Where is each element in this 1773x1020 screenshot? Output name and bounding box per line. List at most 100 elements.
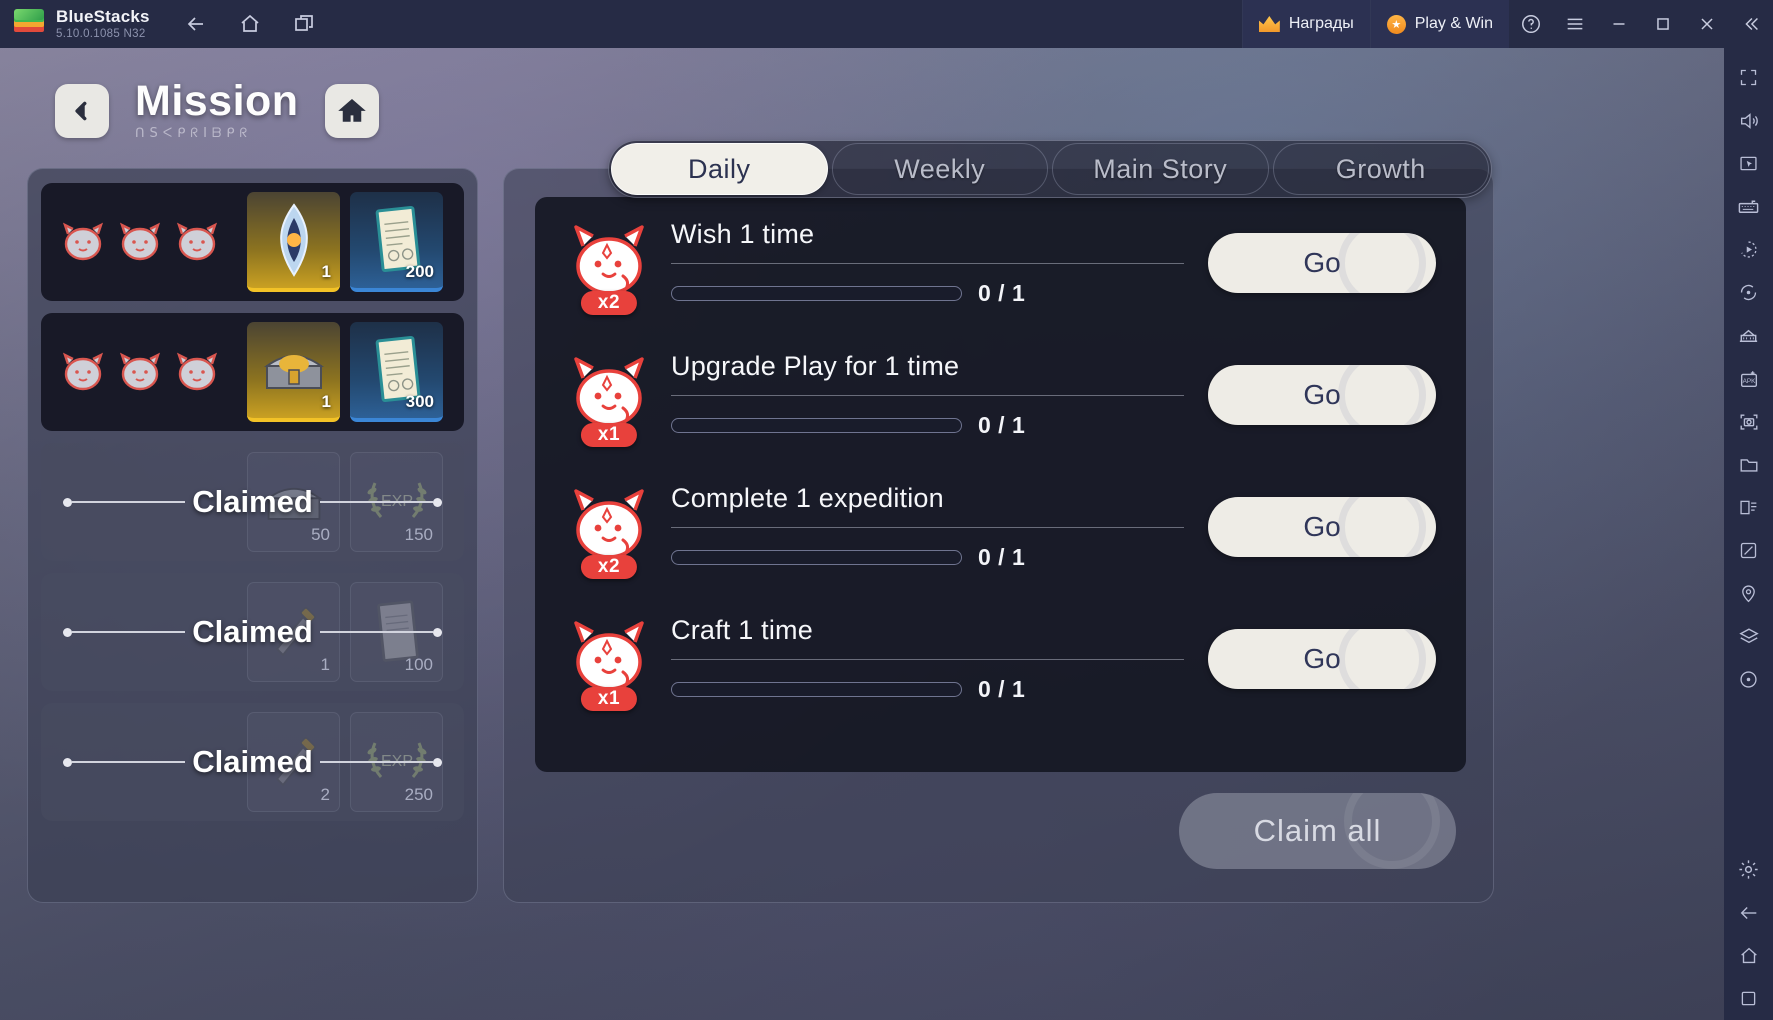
- star-badge-icon: ★: [1386, 14, 1406, 34]
- tab-weekly[interactable]: Weekly: [831, 143, 1048, 195]
- button-watermark-icon: [1338, 497, 1426, 557]
- tab-main-story[interactable]: Main Story: [1052, 143, 1269, 195]
- mission-go-button[interactable]: Go: [1208, 629, 1436, 689]
- svg-text:APK: APK: [1742, 378, 1756, 385]
- fullscreen-icon[interactable]: [1727, 56, 1771, 99]
- reward-qty: 200: [405, 262, 434, 281]
- reward-slot-group: 1 200: [247, 192, 443, 292]
- keyboard-controls-icon[interactable]: [1727, 185, 1771, 228]
- reward-row[interactable]: 1 300: [41, 313, 464, 431]
- reward-slot-scroll[interactable]: 300: [350, 322, 443, 422]
- rotate-icon[interactable]: [1727, 271, 1771, 314]
- layers-icon[interactable]: [1727, 615, 1771, 658]
- multi-instance-manager-icon[interactable]: [1727, 314, 1771, 357]
- back-arrow-icon[interactable]: [55, 83, 109, 138]
- reward-slot-scroll: 100: [350, 582, 443, 682]
- eco-mode-icon[interactable]: [1727, 529, 1771, 572]
- mission-progress-bar: [671, 286, 962, 301]
- tab-growth[interactable]: Growth: [1272, 143, 1489, 195]
- mission-go-label: Go: [1303, 247, 1341, 278]
- volume-icon[interactable]: [1727, 99, 1771, 142]
- mission-divider: [671, 527, 1184, 528]
- reward-qty: 1: [320, 655, 330, 674]
- media-folder-icon[interactable]: [1727, 443, 1771, 486]
- reward-qty: 2: [320, 785, 330, 804]
- mission-progress-line: 0 / 1: [671, 280, 1184, 307]
- mission-tabs: Daily Weekly Main Story Growth: [608, 140, 1492, 198]
- tab-main-story-label: Main Story: [1093, 153, 1228, 184]
- tab-daily[interactable]: Daily: [611, 143, 828, 195]
- mission-go-button[interactable]: Go: [1208, 365, 1436, 425]
- shake-icon[interactable]: [1727, 658, 1771, 701]
- reward-row-claimed: 50 EXP 150 Claimed: [41, 443, 464, 561]
- play-and-win-button[interactable]: ★ Play & Win: [1369, 0, 1509, 48]
- mission-title: Upgrade Play for 1 time: [671, 351, 960, 381]
- close-button[interactable]: [1685, 0, 1729, 48]
- mission-progress-line: 0 / 1: [671, 544, 1184, 571]
- cat-token-icon: [176, 222, 218, 261]
- mission-multiplier-badge: x1: [580, 423, 638, 447]
- svg-text:EXP: EXP: [380, 753, 412, 770]
- cat-token-icon: [62, 352, 104, 391]
- claimed-dot-left: [63, 497, 72, 507]
- token-group: [55, 350, 247, 394]
- reward-qty: 50: [311, 525, 330, 544]
- mission-go-label: Go: [1303, 643, 1341, 674]
- mission-multiplier-badge: x2: [580, 555, 638, 579]
- button-watermark-icon: [1338, 365, 1426, 425]
- reward-slot-group: 50 EXP 150: [247, 452, 443, 552]
- reward-slot-scroll[interactable]: 200: [350, 192, 443, 292]
- button-watermark-icon: [1338, 629, 1426, 689]
- mission-divider: [671, 395, 1184, 396]
- collapse-sidebar-button[interactable]: [1729, 0, 1773, 48]
- rewards-button[interactable]: Награды: [1241, 0, 1370, 48]
- reward-qty: 100: [404, 655, 433, 674]
- claim-all-button[interactable]: Claim all: [1179, 793, 1456, 869]
- location-icon[interactable]: [1727, 572, 1771, 615]
- tab-daily-label: Daily: [687, 153, 751, 184]
- reward-slot-item: 2: [247, 712, 340, 812]
- help-button[interactable]: [1509, 0, 1553, 48]
- mission-row: x2 Wish 1 time 0 / 1 Go: [555, 197, 1446, 329]
- mission-go-button[interactable]: Go: [1208, 233, 1436, 293]
- claimed-line-left: [72, 761, 186, 763]
- page-title: Mission: [135, 77, 299, 125]
- settings-icon[interactable]: [1727, 848, 1771, 891]
- maximize-button[interactable]: [1641, 0, 1685, 48]
- mission-progress-line: 0 / 1: [671, 412, 1184, 439]
- mission-title: Craft 1 time: [671, 615, 813, 645]
- multi-instance-button[interactable]: [284, 4, 324, 44]
- mission-row: x1 Upgrade Play for 1 time 0 / 1 Go: [555, 329, 1446, 461]
- reward-row[interactable]: 1 200: [41, 183, 464, 301]
- mission-go-button[interactable]: Go: [1208, 497, 1436, 557]
- mission-divider: [671, 263, 1184, 264]
- install-apk-icon[interactable]: APK: [1727, 357, 1771, 400]
- macro-record-icon[interactable]: [1727, 228, 1771, 271]
- home-icon[interactable]: [1727, 934, 1771, 977]
- home-button[interactable]: [230, 4, 270, 44]
- game-viewport: Mission ᑎSᐸᑭᖇIᗷᑭᖇ Daily Weekly Main Stor…: [0, 48, 1724, 1020]
- recents-icon[interactable]: [1727, 977, 1771, 1020]
- cat-token-icon: [119, 222, 161, 261]
- cat-token-icon: [176, 352, 218, 391]
- screenshot-icon[interactable]: [1727, 400, 1771, 443]
- back-button[interactable]: [176, 4, 216, 44]
- pointer-mode-icon[interactable]: [1727, 142, 1771, 185]
- token-group: [55, 220, 247, 264]
- home-icon[interactable]: [324, 83, 379, 138]
- menu-button[interactable]: [1553, 0, 1597, 48]
- reward-slot-chest[interactable]: 1: [247, 322, 340, 422]
- back-icon[interactable]: [1727, 891, 1771, 934]
- reward-qty: 300: [405, 392, 434, 411]
- layout-icon[interactable]: [1727, 486, 1771, 529]
- reward-slot-gem[interactable]: 1: [247, 192, 340, 292]
- tab-weekly-label: Weekly: [894, 153, 986, 184]
- mission-multiplier-badge: x1: [580, 687, 638, 711]
- reward-qty: 150: [404, 525, 433, 544]
- mission-row: x2 Complete 1 expedition 0 / 1 Go: [555, 461, 1446, 593]
- claimed-dot-left: [63, 627, 72, 637]
- minimize-button[interactable]: [1597, 0, 1641, 48]
- mission-icon-wrap: x2: [555, 484, 663, 579]
- rewards-label: Награды: [1288, 15, 1354, 32]
- app-identity: BlueStacks 5.10.0.1085 N32: [56, 8, 150, 40]
